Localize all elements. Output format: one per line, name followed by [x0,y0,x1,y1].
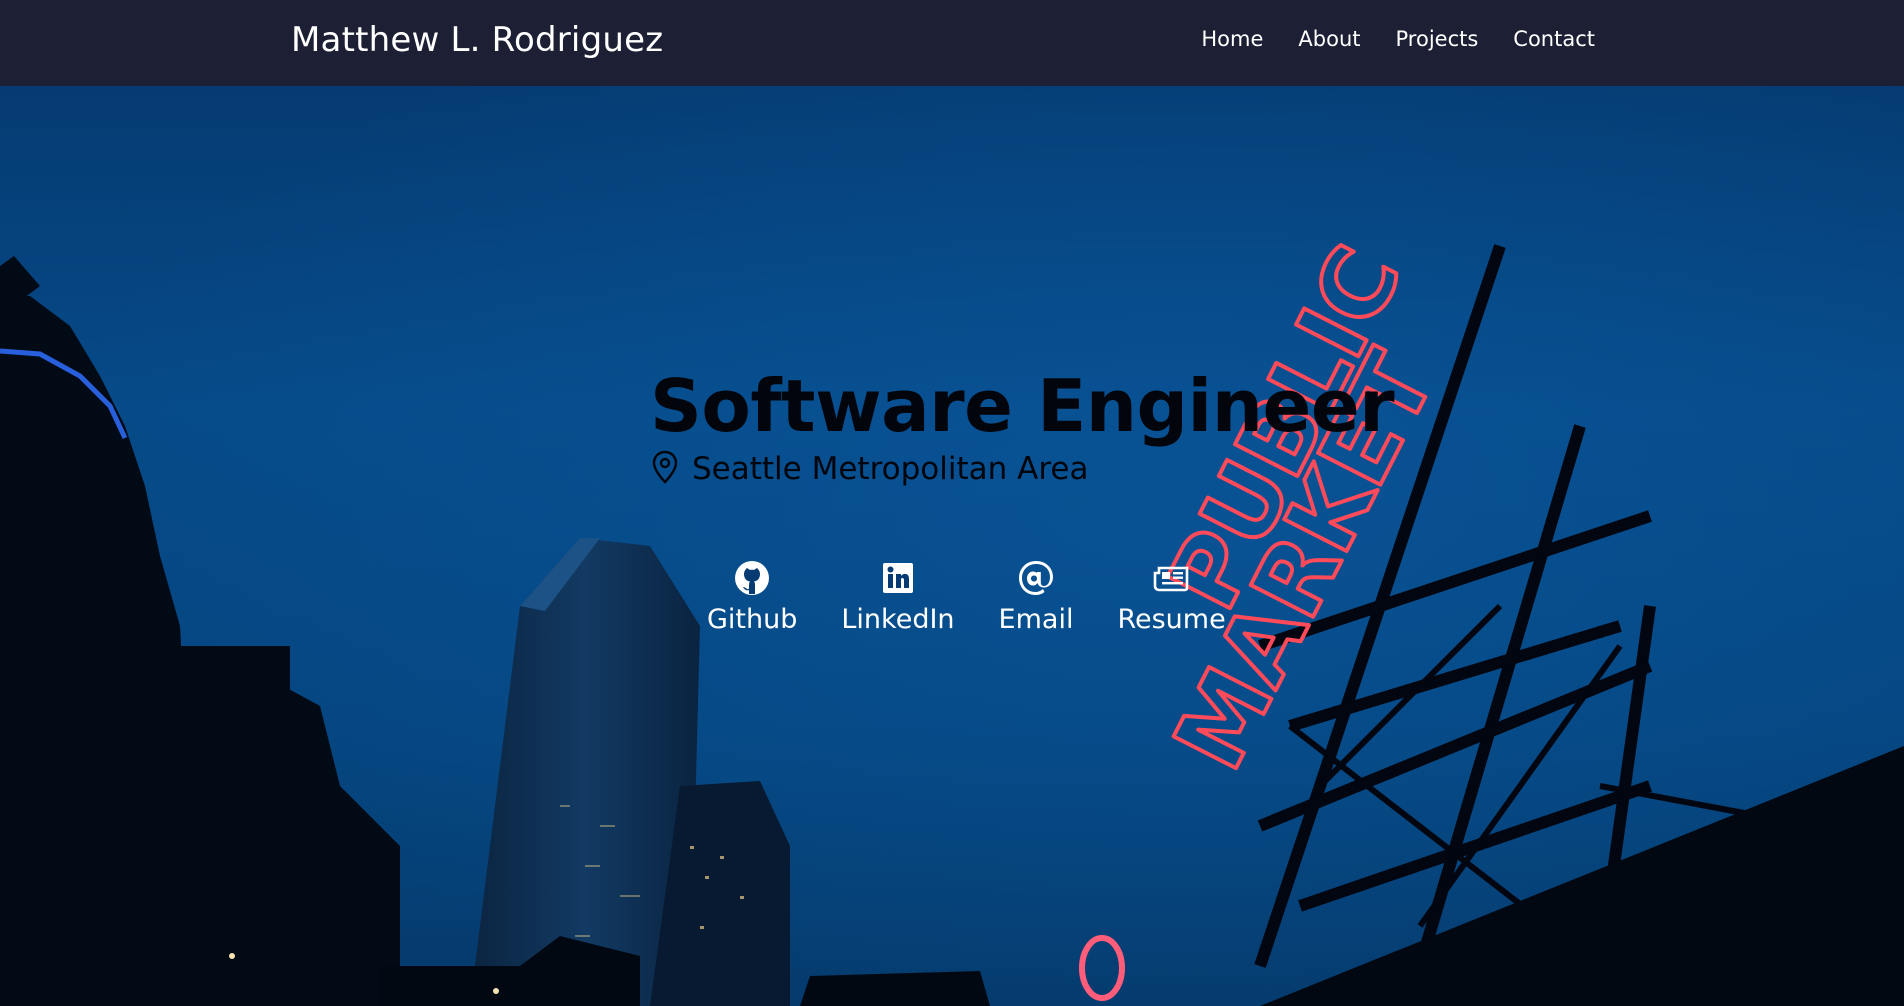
brand-link[interactable]: Matthew L. Rodriguez [291,20,663,60]
newspaper-icon [1153,560,1191,600]
email-link[interactable]: Email [998,560,1074,635]
hero-section: PUBLIC MARKET Software Engineer Seattle … [0,86,1904,1006]
nav-home-link[interactable]: Home [1201,27,1263,51]
github-link[interactable]: Github [707,560,797,635]
resume-link[interactable]: Resume [1117,560,1226,635]
github-icon [734,560,770,600]
linkedin-link[interactable]: LinkedIn [841,560,955,635]
github-label: Github [707,604,798,635]
nav-about-link[interactable]: About [1298,27,1360,51]
linkedin-label: LinkedIn [841,604,955,635]
hero-background-image: PUBLIC MARKET [0,86,1904,1006]
hero-title: Software Engineer [650,364,1395,448]
location-text: Seattle Metropolitan Area [692,451,1089,487]
navbar: Matthew L. Rodriguez Home About Projects… [0,0,1904,86]
main-nav: Home About Projects Contact [1201,27,1595,51]
nav-contact-link[interactable]: Contact [1513,27,1595,51]
linkedin-icon [881,560,915,600]
location-line: Seattle Metropolitan Area [652,450,1088,488]
email-label: Email [998,604,1074,635]
at-sign-icon [1018,560,1054,600]
social-links: Github LinkedIn Email Resume [707,560,1226,635]
nav-projects-link[interactable]: Projects [1396,27,1479,51]
map-pin-icon [652,450,678,488]
resume-label: Resume [1117,604,1226,635]
